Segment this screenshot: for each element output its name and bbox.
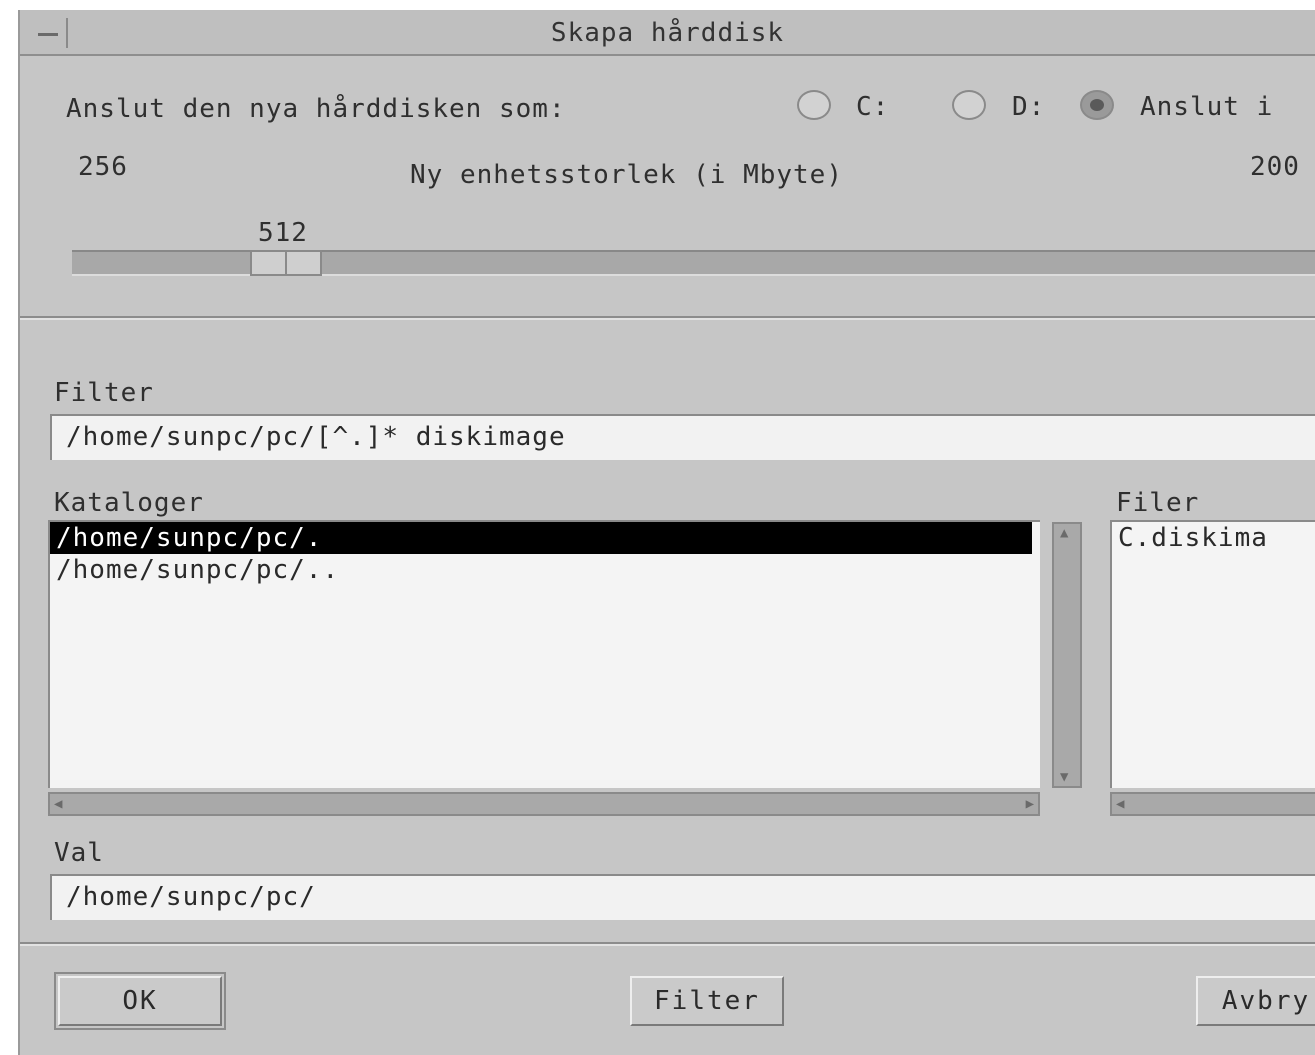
filter-label: Filter xyxy=(54,378,154,408)
radio-d-label: D: xyxy=(1012,92,1046,122)
scroll-right-arrow-icon[interactable]: ▶ xyxy=(1026,797,1034,811)
scroll-left-arrow-icon[interactable]: ◀ xyxy=(54,797,62,811)
directories-vscrollbar[interactable]: ▲ ▼ xyxy=(1052,522,1082,788)
files-list: C.diskima xyxy=(1110,520,1315,788)
cancel-button[interactable]: Avbry xyxy=(1196,976,1315,1026)
size-min-label: 256 xyxy=(78,152,128,182)
files-label: Filer xyxy=(1116,488,1200,518)
ok-button[interactable]: OK xyxy=(54,972,226,1030)
radio-c-drive[interactable] xyxy=(797,90,831,120)
slider-notch xyxy=(285,252,287,274)
filter-input[interactable]: /home/sunpc/pc/[^.]* diskimage xyxy=(50,414,1315,460)
scroll-left-arrow-icon[interactable]: ◀ xyxy=(1116,797,1124,811)
separator-bottom xyxy=(20,942,1315,946)
scroll-down-arrow-icon[interactable]: ▼ xyxy=(1060,770,1068,784)
attach-label: Anslut den nya hårddisken som: xyxy=(66,94,566,124)
directories-list: /home/sunpc/pc/. /home/sunpc/pc/.. xyxy=(48,520,1040,788)
radio-attach-later[interactable] xyxy=(1080,90,1114,120)
selection-input[interactable]: /home/sunpc/pc/ xyxy=(50,874,1315,920)
filter-button[interactable]: Filter xyxy=(630,976,784,1026)
radio-c-label: C: xyxy=(856,92,890,122)
radio-attach-later-label: Anslut i xyxy=(1140,92,1274,122)
size-slider-thumb[interactable] xyxy=(250,250,322,276)
scroll-up-arrow-icon[interactable]: ▲ xyxy=(1060,526,1068,540)
selection-label: Val xyxy=(54,838,104,868)
directory-item[interactable]: /home/sunpc/pc/.. xyxy=(50,554,1040,586)
size-max-label: 200 xyxy=(1250,152,1300,182)
size-caption: Ny enhetsstorlek (i Mbyte) xyxy=(410,160,843,190)
window-title: Skapa hårddisk xyxy=(550,18,785,48)
title-bar: Skapa hårddisk xyxy=(20,10,1315,56)
create-hard-disk-dialog: Skapa hårddisk Anslut den nya hårddisken… xyxy=(18,10,1315,1055)
files-hscrollbar[interactable]: ◀ xyxy=(1110,792,1315,816)
radio-d-drive[interactable] xyxy=(952,90,986,120)
file-item[interactable]: C.diskima xyxy=(1112,522,1315,554)
directory-item[interactable]: /home/sunpc/pc/. xyxy=(50,522,1032,554)
size-value: 512 xyxy=(258,218,308,248)
directories-hscrollbar[interactable]: ◀ ▶ xyxy=(48,792,1040,816)
size-slider[interactable] xyxy=(72,250,1315,276)
separator-top xyxy=(20,316,1315,320)
directories-label: Kataloger xyxy=(54,488,204,518)
